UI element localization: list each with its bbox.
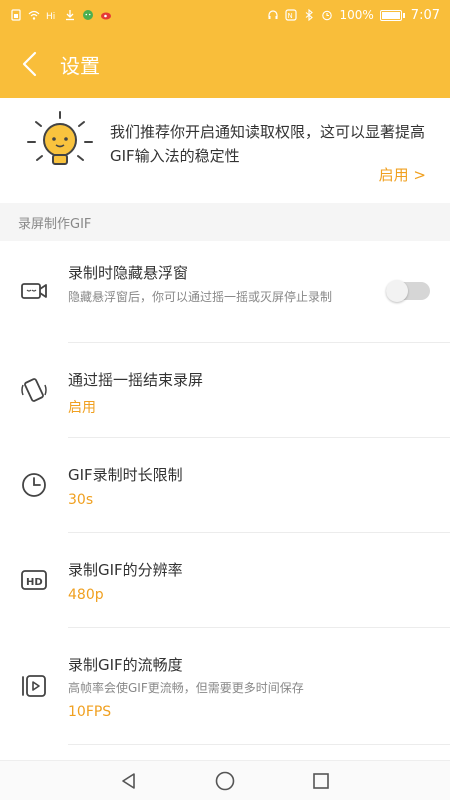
setting-row-value: 启用 <box>68 400 96 416</box>
status-bar: Hi N 100% 7:07 <box>0 0 450 30</box>
divider <box>68 744 450 745</box>
back-button[interactable] <box>0 30 60 98</box>
lightbulb-icon <box>27 111 93 165</box>
recents-square-icon <box>313 772 329 789</box>
setting-row-title: 通过摇一摇结束录屏 <box>68 371 204 389</box>
alarm-icon <box>322 10 333 21</box>
setting-row-hide-floating-window[interactable]: 录制时隐藏悬浮窗 隐藏悬浮窗后，你可以通过摇一摇或灭屏停止录制 <box>0 241 450 343</box>
clock-icon <box>22 473 46 497</box>
setting-row-title: 录制时隐藏悬浮窗 <box>68 264 189 282</box>
wifi-icon <box>28 10 40 20</box>
toggle-knob <box>386 280 408 302</box>
battery-icon <box>379 9 405 21</box>
svg-text:N: N <box>288 12 293 20</box>
setting-row-value: 30s <box>68 492 94 508</box>
hd-icon: Hi <box>46 12 55 21</box>
notification-permission-banner: 我们推荐你开启通知读取权限，这可以显著提高GIF输入法的稳定性 启用 > <box>0 98 450 203</box>
nav-back-button[interactable] <box>117 769 141 793</box>
shake-phone-icon <box>21 378 47 402</box>
setting-row-description: 高帧率会使GIF更流畅，但需要更多时间保存 <box>68 681 304 695</box>
sim-icon <box>11 9 21 21</box>
setting-row-title: 录制GIF的分辨率 <box>68 561 183 579</box>
wechat-icon <box>83 10 93 20</box>
chevron-left-icon <box>22 51 37 77</box>
hd-badge-icon: HD <box>21 570 47 590</box>
download-icon <box>66 10 74 21</box>
setting-row-description: 隐藏悬浮窗后，你可以通过摇一摇或灭屏停止录制 <box>68 290 333 304</box>
back-triangle-icon <box>122 772 135 789</box>
setting-row-duration-limit[interactable]: GIF录制时长限制 30s <box>0 438 450 533</box>
status-time: 7:07 <box>410 7 440 23</box>
setting-row-value: 10FPS <box>68 704 112 720</box>
setting-row-title: 录制GIF的流畅度 <box>68 656 183 674</box>
battery-percentage: 100% <box>339 8 374 22</box>
setting-row-resolution[interactable]: HD 录制GIF的分辨率 480p <box>0 533 450 628</box>
app-bar: 设置 <box>0 30 450 98</box>
svg-text:Hi: Hi <box>46 12 55 21</box>
play-frames-icon <box>22 675 46 697</box>
svg-text:HD: HD <box>26 577 43 588</box>
bluetooth-icon <box>306 9 314 21</box>
setting-row-frame-rate[interactable]: 录制GIF的流畅度 高帧率会使GIF更流畅，但需要更多时间保存 10FPS <box>0 628 450 745</box>
hide-floating-window-toggle[interactable] <box>386 280 430 302</box>
section-header: 录屏制作GIF <box>0 203 450 241</box>
setting-row-title: GIF录制时长限制 <box>68 466 183 484</box>
system-navigation-bar <box>0 760 450 800</box>
status-left-icons: Hi <box>10 9 112 21</box>
banner-enable-link[interactable]: 启用 > <box>379 164 426 185</box>
setting-row-value: 480p <box>68 587 104 603</box>
nav-home-button[interactable] <box>213 769 237 793</box>
home-circle-icon <box>215 771 235 790</box>
nfc-icon: N <box>285 9 298 21</box>
video-camera-icon <box>21 283 47 299</box>
weibo-icon <box>101 12 111 20</box>
banner-message: 我们推荐你开启通知读取权限，这可以显著提高GIF输入法的稳定性 <box>110 123 426 165</box>
status-right-icons: N 100% 7:07 <box>267 8 440 23</box>
setting-row-shake-to-stop[interactable]: 通过摇一摇结束录屏 启用 <box>0 343 450 438</box>
page-title: 设置 <box>60 53 100 78</box>
nav-recents-button[interactable] <box>309 769 333 793</box>
headset-icon <box>268 10 279 19</box>
